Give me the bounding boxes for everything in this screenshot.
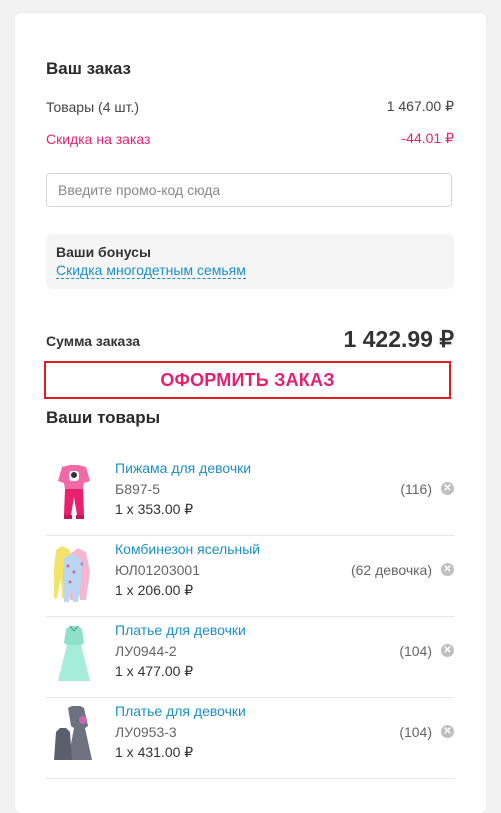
- cart-item: Пижама для девочки Б897-5 1 x 353.00 ₽ (…: [46, 455, 454, 536]
- product-thumbnail[interactable]: [52, 461, 96, 525]
- bonus-title: Ваши бонусы: [56, 244, 151, 260]
- discount-label: Скидка на заказ: [46, 130, 151, 147]
- order-summary-card: Ваш заказ Товары (4 шт.) 1 467.00 ₽ Скид…: [15, 13, 486, 813]
- product-thumbnail[interactable]: [52, 542, 96, 606]
- items-title: Ваши товары: [46, 408, 161, 427]
- item-sku: Б897-5: [115, 481, 160, 497]
- order-sum-label: Сумма заказа: [46, 333, 141, 349]
- item-size: (104): [399, 643, 432, 659]
- cart-item: Платье для девочки ЛУ0944-2 1 x 477.00 ₽…: [46, 617, 454, 698]
- item-price: 1 x 431.00 ₽: [115, 744, 194, 760]
- pajama-image: [58, 465, 90, 519]
- item-name-link[interactable]: Комбинезон ясельный: [115, 541, 260, 557]
- bonus-box: Ваши бонусы Скидка многодетным семьям: [46, 234, 454, 289]
- item-sku: ЮЛ01203001: [115, 562, 200, 578]
- dress-image: [58, 625, 90, 681]
- cart-item: Платье для девочки ЛУ0953-3 1 x 431.00 ₽…: [46, 698, 454, 779]
- discount-row: Скидка на заказ -44.01 ₽: [46, 130, 454, 147]
- item-size: (62 девочка): [350, 562, 432, 578]
- product-thumbnail[interactable]: [52, 623, 96, 687]
- item-sku: ЛУ0944-2: [115, 643, 177, 659]
- bonus-link[interactable]: Скидка многодетным семьям: [56, 263, 246, 279]
- item-name-link[interactable]: Платье для девочки: [115, 703, 246, 719]
- discount-value: -44.01 ₽: [401, 130, 455, 146]
- item-price: 1 x 477.00 ₽: [115, 663, 194, 679]
- item-sku: ЛУ0953-3: [115, 724, 177, 740]
- goods-label: Товары (4 шт.): [46, 98, 140, 115]
- product-thumbnail[interactable]: [52, 704, 96, 768]
- romper-image: [54, 546, 90, 602]
- remove-item-icon[interactable]: ✕: [441, 563, 454, 576]
- remove-item-icon[interactable]: ✕: [441, 644, 454, 657]
- item-size: (104): [399, 724, 432, 740]
- goods-value: 1 467.00 ₽: [386, 98, 454, 114]
- remove-item-icon[interactable]: ✕: [441, 482, 454, 495]
- cart-item: Комбинезон ясельный ЮЛ01203001 1 x 206.0…: [46, 536, 454, 617]
- item-name-link[interactable]: Пижама для девочки: [115, 460, 251, 476]
- remove-item-icon[interactable]: ✕: [441, 725, 454, 738]
- checkout-button[interactable]: ОФОРМИТЬ ЗАКАЗ: [44, 361, 451, 399]
- dress-image: [54, 706, 92, 760]
- order-title: Ваш заказ: [46, 59, 131, 78]
- item-price: 1 x 206.00 ₽: [115, 582, 194, 598]
- item-price: 1 x 353.00 ₽: [115, 501, 194, 517]
- promo-code-input[interactable]: [46, 173, 452, 207]
- goods-row: Товары (4 шт.) 1 467.00 ₽: [46, 98, 454, 115]
- item-name-link[interactable]: Платье для девочки: [115, 622, 246, 638]
- order-sum-value: 1 422.99 ₽: [343, 326, 454, 352]
- item-size: (116): [400, 481, 432, 497]
